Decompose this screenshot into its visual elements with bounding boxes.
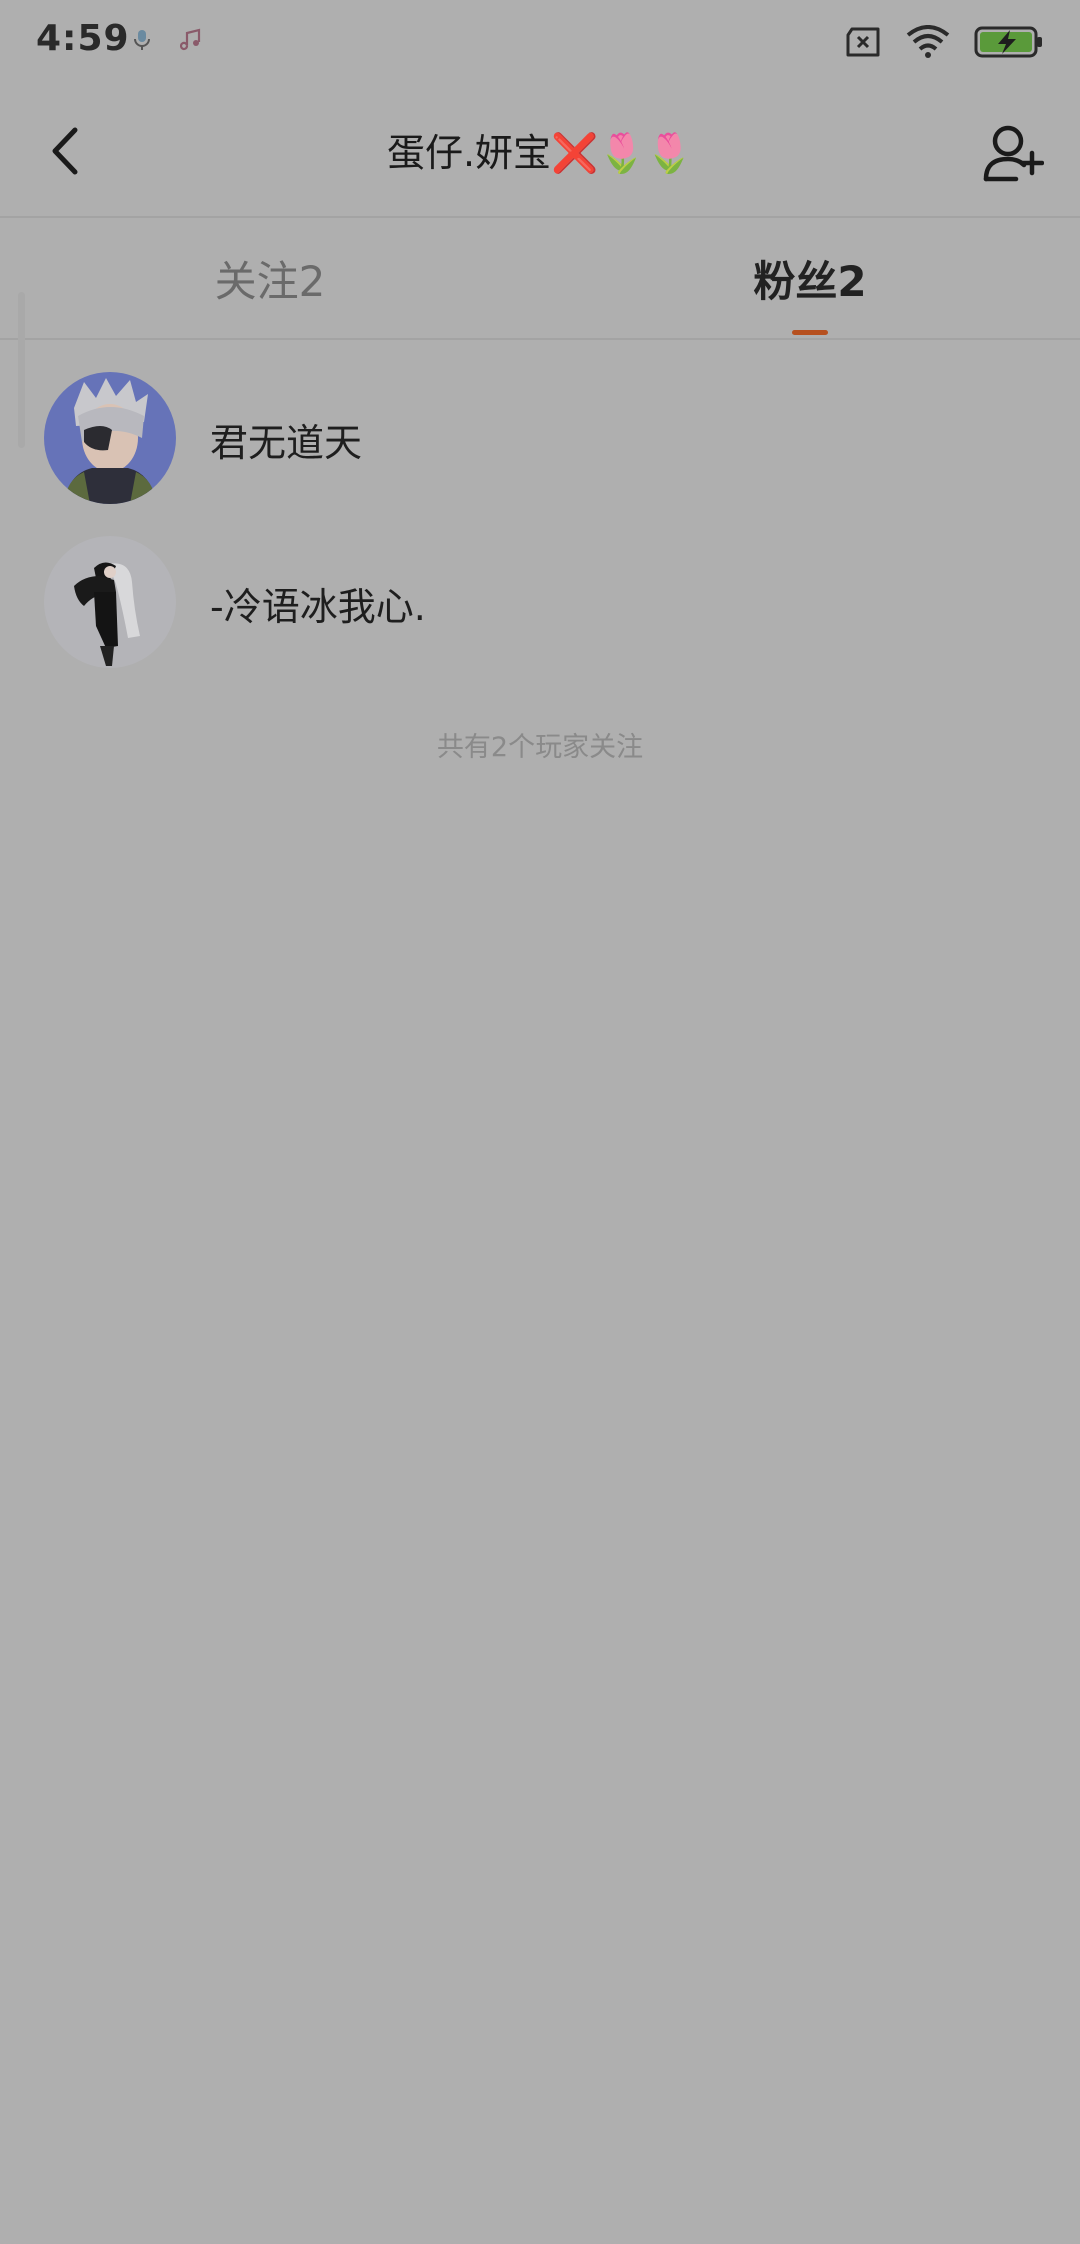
avatar-image <box>44 372 176 504</box>
avatar-image <box>44 536 176 668</box>
app-bar: 蛋仔.妍宝❌🌷🌷 <box>0 86 1080 218</box>
list-item[interactable]: 君无道天 <box>0 356 1080 520</box>
user-name[interactable]: -冷语冰我心. <box>210 576 426 631</box>
no-sim-icon <box>846 27 880 57</box>
wifi-icon <box>906 25 950 58</box>
chevron-left-icon <box>52 127 78 175</box>
page-title-text: 蛋仔.妍宝 <box>386 131 552 175</box>
mic-icon <box>134 30 150 50</box>
status-right <box>844 22 1044 62</box>
tab-active-indicator <box>792 330 828 335</box>
tab-fans[interactable]: 粉丝2 <box>540 218 1080 338</box>
battery-charging-icon <box>974 26 1042 58</box>
status-time: 4:59 <box>36 18 130 59</box>
tab-bar: 关注2 粉丝2 <box>0 218 1080 340</box>
user-name[interactable]: 君无道天 <box>210 412 362 467</box>
status-bar: 4:59 <box>0 0 1080 86</box>
follower-count-note: 共有2个玩家关注 <box>436 732 644 763</box>
tab-following[interactable]: 关注2 <box>0 218 540 338</box>
list-item[interactable]: -冷语冰我心. <box>0 520 1080 684</box>
title-emoji: ❌ <box>551 131 599 175</box>
title-emoji: 🌷 <box>645 131 694 175</box>
title-emoji: 🌷 <box>598 131 646 175</box>
add-user-icon <box>983 125 1044 182</box>
add-friend-button[interactable] <box>976 116 1050 190</box>
back-button[interactable] <box>30 116 100 186</box>
avatar[interactable] <box>44 536 176 668</box>
avatar[interactable] <box>44 372 176 504</box>
page-title: 蛋仔.妍宝❌🌷🌷 <box>200 122 880 177</box>
music-icon <box>180 28 201 51</box>
